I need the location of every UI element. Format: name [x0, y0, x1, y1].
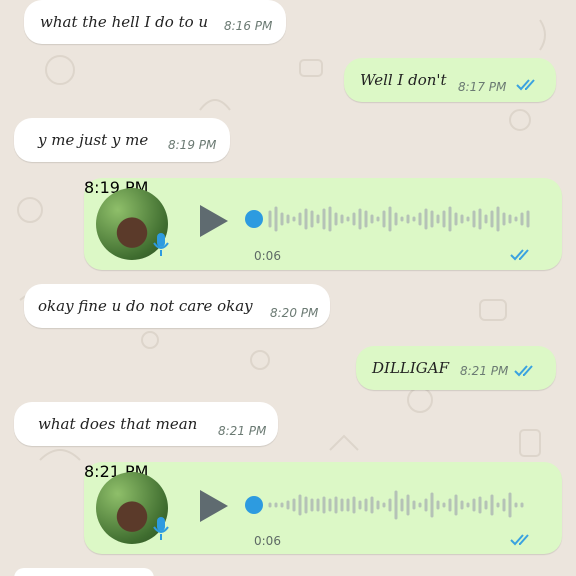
message-text: what does that mean [38, 415, 198, 433]
play-icon[interactable] [198, 488, 230, 524]
waveform [268, 490, 524, 520]
message-time: 8:19 PM [168, 138, 217, 152]
read-receipt-icon [510, 534, 529, 546]
playback-position-dot[interactable] [245, 210, 263, 228]
message-text: okay fine u do not care okay [38, 297, 253, 315]
read-receipt-icon [514, 365, 533, 377]
incoming-message[interactable]: what does that mean 8:21 PM [14, 402, 278, 446]
message-text: y me just y me [38, 131, 149, 149]
outgoing-message[interactable]: DILLIGAF 8:21 PM [356, 346, 556, 390]
outgoing-message[interactable]: Well I don't 8:17 PM [344, 58, 556, 102]
message-text: Well I don't [360, 71, 447, 89]
chat-area[interactable]: what the hell I do to u 8:16 PM Well I d… [0, 0, 576, 576]
message-text: what the hell I do to u [40, 13, 209, 31]
message-time: 8:20 PM [270, 306, 319, 320]
incoming-message-partial[interactable] [14, 568, 154, 576]
read-receipt-icon [516, 79, 535, 91]
message-time: 8:16 PM [224, 19, 273, 33]
read-receipt-icon [510, 249, 529, 261]
microphone-icon [153, 517, 169, 540]
incoming-message[interactable]: okay fine u do not care okay 8:20 PM [24, 284, 330, 328]
message-time: 8:21 PM [218, 424, 267, 438]
message-text: DILLIGAF [372, 359, 450, 377]
microphone-icon [153, 233, 169, 256]
voice-duration: 0:06 [254, 249, 281, 263]
playback-position-dot[interactable] [245, 496, 263, 514]
message-time: 8:17 PM [458, 80, 507, 94]
message-time: 8:21 PM [460, 364, 509, 378]
waveform [268, 206, 530, 232]
incoming-message[interactable]: y me just y me 8:19 PM [14, 118, 230, 162]
outgoing-voice-message[interactable]: 0:06 8:19 PM [84, 178, 562, 270]
voice-duration: 0:06 [254, 534, 281, 548]
incoming-message[interactable]: what the hell I do to u 8:16 PM [24, 0, 286, 44]
play-icon[interactable] [198, 203, 230, 239]
outgoing-voice-message[interactable]: 0:06 8:21 PM [84, 462, 562, 554]
